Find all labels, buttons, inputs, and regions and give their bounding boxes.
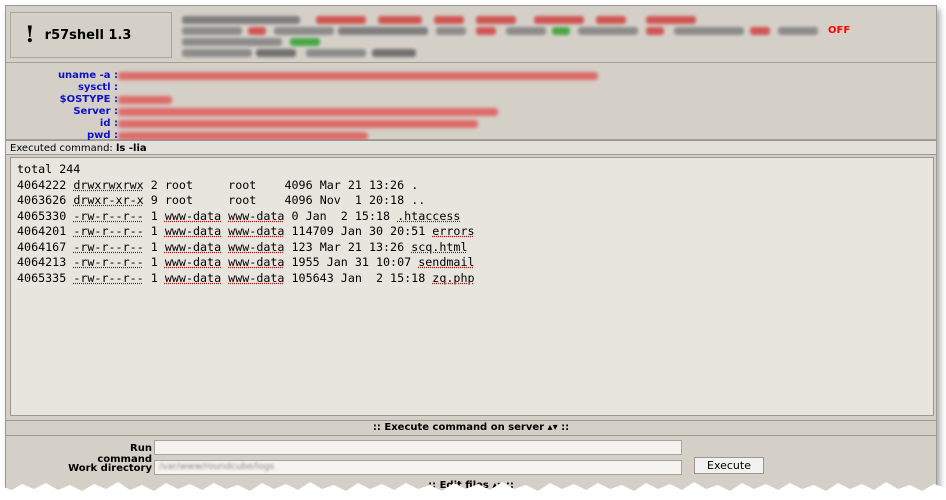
- shell-window: ! r57shell 1.3 OFF uname -a: sysctl: $…: [5, 5, 937, 493]
- file-inode: 4064222: [17, 177, 67, 192]
- file-inode: 4064213: [17, 255, 67, 269]
- file-group: www-data: [228, 255, 285, 269]
- file-date: Jan 31 10:07: [326, 255, 412, 269]
- info-value-server: [118, 108, 498, 116]
- output-line: 4064222 drwxrwxrwx 2 root root 4096 Mar …: [17, 178, 927, 194]
- file-group: www-data: [228, 270, 285, 285]
- file-owner: www-data: [164, 255, 222, 269]
- info-value-ostype: [118, 96, 172, 104]
- file-owner: root: [164, 177, 193, 192]
- run-command-label: Run command: [97, 443, 152, 465]
- file-inode: 4064201: [17, 224, 67, 238]
- file-size: 114709: [291, 224, 334, 238]
- file-name: ..: [411, 193, 426, 207]
- execute-button[interactable]: Execute: [694, 457, 764, 474]
- header: ! r57shell 1.3 OFF: [6, 6, 936, 63]
- file-date: Jan 30 20:51: [340, 224, 426, 238]
- info-label-ostype: $OSTYPE :: [59, 94, 118, 105]
- file-name: scq.html: [411, 239, 468, 254]
- file-size: 4096: [284, 193, 313, 207]
- output-line: 4063626 drwxr-xr-x 9 root root 4096 Nov …: [17, 193, 927, 209]
- file-perms: -rw-r--r--: [73, 208, 144, 223]
- file-name: .htaccess: [397, 208, 461, 223]
- file-owner: www-data: [164, 208, 222, 223]
- app-title: r57shell 1.3: [44, 27, 132, 43]
- output-total: total 244: [17, 162, 81, 176]
- file-owner: root: [164, 193, 193, 207]
- file-inode: 4064167: [17, 239, 67, 254]
- execute-section-header[interactable]: :: Execute command on server ▴▾ ::: [6, 420, 936, 436]
- info-value-pwd: [118, 132, 368, 140]
- file-owner: www-data: [164, 224, 222, 238]
- file-size: 0: [291, 208, 299, 223]
- file-links: 1: [150, 239, 158, 254]
- file-perms: -rw-r--r--: [73, 224, 144, 238]
- file-date: Jan 2 15:18: [340, 270, 426, 285]
- file-size: 4096: [284, 177, 313, 192]
- file-perms: -rw-r--r--: [73, 255, 144, 269]
- info-label-sysctl: sysctl :: [77, 82, 118, 93]
- file-links: 9: [150, 193, 158, 207]
- file-owner: www-data: [164, 239, 222, 254]
- file-group: www-data: [228, 239, 285, 254]
- file-inode: 4065335: [17, 270, 67, 285]
- file-perms: -rw-r--r--: [73, 239, 144, 254]
- output-line: 4065335 -rw-r--r-- 1 www-data www-data 1…: [17, 271, 927, 287]
- file-perms: -rw-r--r--: [73, 270, 144, 285]
- work-directory-value: /var/www/roundcube/logs: [159, 462, 275, 472]
- file-group: www-data: [228, 208, 285, 223]
- file-date: Nov 1 20:18: [319, 193, 405, 207]
- output-line: 4064167 -rw-r--r-- 1 www-data www-data 1…: [17, 240, 927, 256]
- info-value-id: [118, 120, 478, 128]
- file-date: Mar 21 13:26: [319, 239, 405, 254]
- file-date: Mar 21 13:26: [319, 177, 405, 192]
- executed-command-label: Executed command:: [10, 143, 113, 154]
- file-size: 1955: [291, 255, 320, 269]
- system-info: uname -a : sysctl : $OSTYPE : Server : i…: [6, 63, 936, 141]
- file-group: root: [228, 177, 257, 192]
- work-directory-input[interactable]: /var/www/roundcube/logs: [154, 460, 682, 475]
- file-name: errors: [432, 224, 475, 238]
- file-links: 1: [150, 270, 158, 285]
- output-line: 4064201 -rw-r--r-- 1 www-data www-data 1…: [17, 224, 927, 240]
- file-name: .: [411, 177, 419, 192]
- info-label-uname: uname -a :: [57, 70, 118, 81]
- file-group: www-data: [228, 224, 285, 238]
- work-directory-label: Work directory: [68, 463, 152, 474]
- file-links: 1: [150, 224, 158, 238]
- file-owner: www-data: [164, 270, 222, 285]
- file-links: 2: [150, 177, 158, 192]
- info-value-uname: [118, 72, 598, 80]
- edit-files-section-header[interactable]: :: Edit files ▴▾ ::: [6, 479, 936, 492]
- info-label-server: Server :: [73, 106, 118, 117]
- file-inode: 4065330: [17, 208, 67, 223]
- file-group: root: [228, 193, 257, 207]
- executed-command: ls -lia: [116, 143, 147, 154]
- file-links: 1: [150, 255, 158, 269]
- file-size: 123: [291, 239, 313, 254]
- brand: ! r57shell 1.3: [10, 12, 172, 58]
- info-label-id: id :: [99, 118, 118, 129]
- output-line: 4064213 -rw-r--r-- 1 www-data www-data 1…: [17, 255, 927, 271]
- file-perms: drwxr-xr-x: [73, 193, 144, 207]
- file-links: 1: [150, 208, 158, 223]
- exclamation-icon: !: [25, 22, 35, 48]
- run-command-input[interactable]: [154, 440, 682, 455]
- executed-command-bar: Executed command: ls -lia: [6, 140, 936, 155]
- file-name: zq.php: [432, 270, 475, 285]
- output-line: 4065330 -rw-r--r-- 1 www-data www-data 0…: [17, 209, 927, 225]
- file-perms: drwxrwxrwx: [73, 177, 144, 192]
- file-inode: 4063626: [17, 193, 67, 207]
- file-date: Jan 2 15:18: [305, 208, 391, 223]
- safe-mode-status: OFF: [828, 25, 851, 36]
- file-name: sendmail: [418, 255, 475, 269]
- command-output[interactable]: total 244 4064222 drwxrwxrwx 2 root root…: [10, 157, 934, 416]
- file-size: 105643: [291, 270, 334, 285]
